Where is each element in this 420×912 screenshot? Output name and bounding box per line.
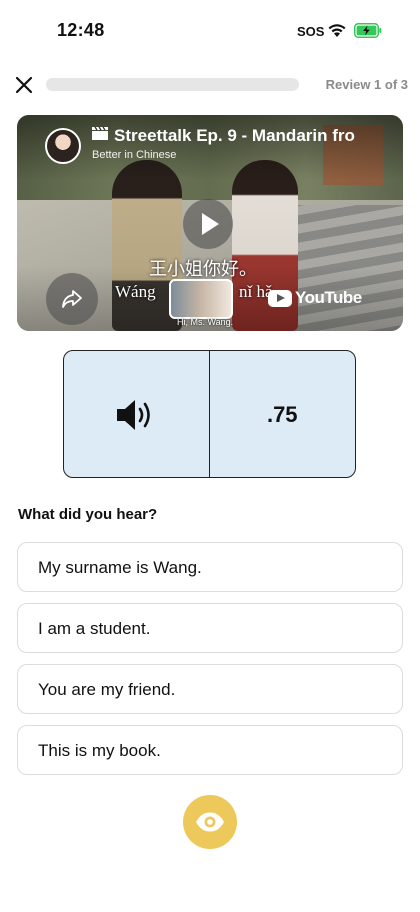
status-time: 12:48 (57, 20, 105, 40)
answer-option[interactable]: My surname is Wang. (17, 542, 403, 592)
progress-bar (46, 78, 299, 91)
wifi-icon (328, 24, 346, 37)
video-play-button[interactable] (183, 199, 233, 249)
video-share-button[interactable] (46, 273, 98, 325)
video-title[interactable]: Streettalk Ep. 9 - Mandarin fro (91, 126, 396, 146)
battery-charging-icon (354, 23, 382, 38)
status-bar: 12:48 SOS (0, 0, 420, 62)
speaker-icon (117, 400, 150, 430)
video-subtitle-pinyin-left: Wáng (115, 282, 156, 301)
youtube-icon (268, 290, 292, 307)
answer-option[interactable]: I am a student. (17, 603, 403, 653)
thumbnail-caption: Hi, Ms. Wang. (177, 317, 234, 327)
play-audio-button[interactable] (64, 351, 210, 477)
answer-option-label: This is my book. (38, 741, 161, 760)
play-icon (202, 213, 219, 235)
channel-name: Better in Chinese (92, 149, 177, 161)
review-counter: Review 1 of 3 (325, 77, 408, 92)
video-title-text: Streettalk Ep. 9 - Mandarin fro (114, 126, 355, 145)
question-prompt: What did you hear? (18, 506, 158, 523)
close-button[interactable] (12, 73, 36, 97)
audio-controls: .75 (63, 350, 356, 478)
playback-speed-label: .75 (266, 402, 298, 427)
close-icon (15, 76, 33, 94)
answer-option-label: My surname is Wang. (38, 558, 202, 577)
reveal-answer-button[interactable] (183, 795, 237, 849)
share-icon (62, 290, 82, 308)
video-player[interactable]: Streettalk Ep. 9 - Mandarin fro Better i… (17, 115, 403, 331)
status-sos: SOS (297, 24, 325, 39)
video-thumbnail-preview[interactable] (169, 279, 233, 319)
slow-audio-button[interactable]: .75 (210, 351, 356, 477)
youtube-label: YouTube (295, 288, 362, 307)
clapperboard-icon (92, 126, 108, 140)
answer-option[interactable]: You are my friend. (17, 664, 403, 714)
video-subtitle-chinese: 王小姐你好。 (149, 259, 257, 280)
channel-avatar[interactable] (45, 128, 81, 164)
eye-icon (196, 812, 224, 832)
answer-option-label: I am a student. (38, 619, 151, 638)
answer-option-label: You are my friend. (38, 680, 176, 699)
answer-options: My surname is Wang. I am a student. You … (17, 542, 403, 786)
answer-option[interactable]: This is my book. (17, 725, 403, 775)
